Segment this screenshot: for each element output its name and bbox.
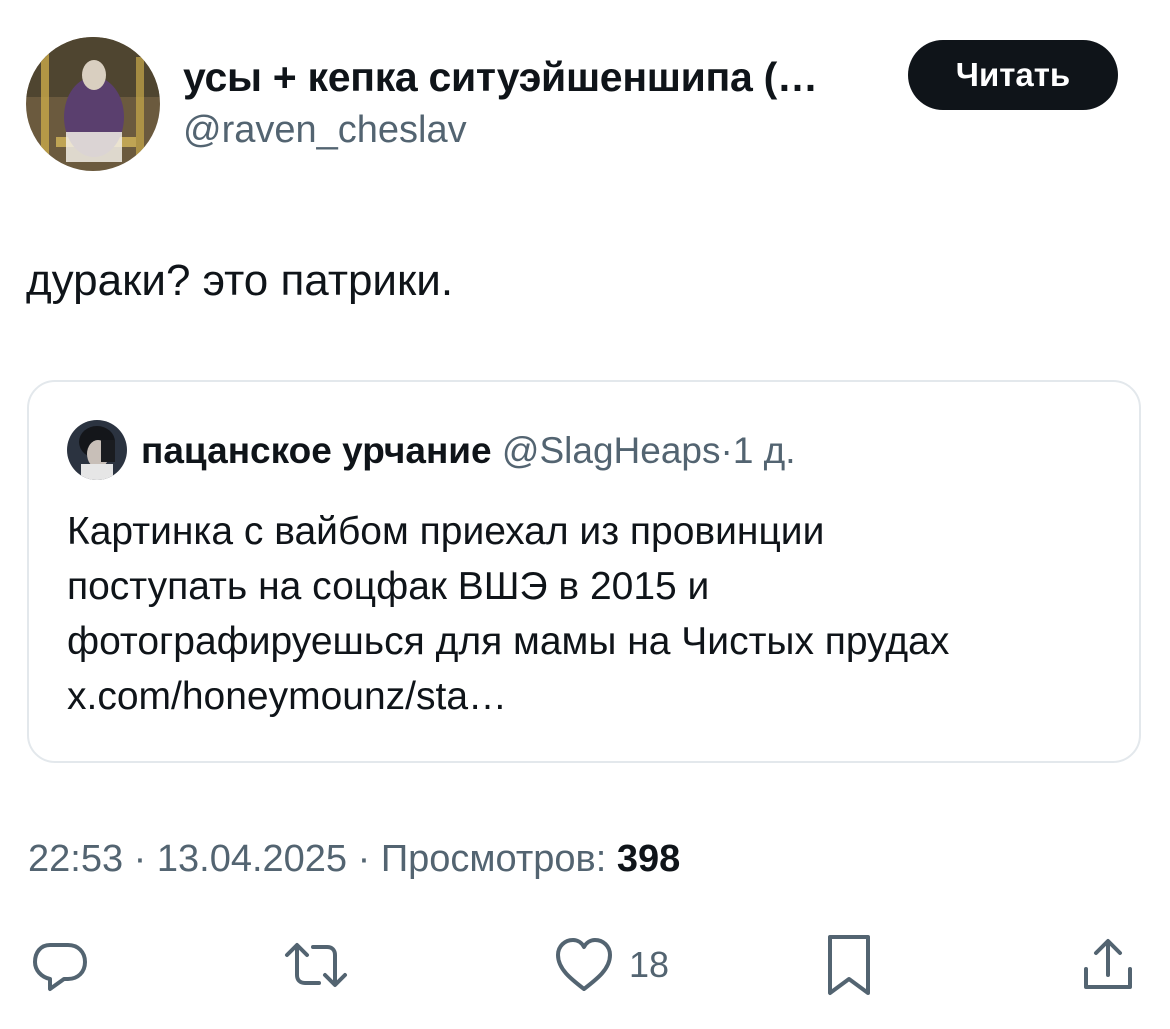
views-label: Просмотров: xyxy=(380,838,607,880)
like-button[interactable]: 18 xyxy=(553,932,669,998)
retweet-icon xyxy=(283,935,349,995)
quote-separator: · xyxy=(720,430,733,471)
quote-time[interactable]: 1 д. xyxy=(733,430,796,471)
quote-link[interactable]: x.com/honeymounz/sta… xyxy=(67,669,1117,724)
quote-text-line: фотографируешься для мамы на Чистых пруд… xyxy=(67,620,950,663)
tweet-time[interactable]: 22:53 xyxy=(28,838,123,880)
like-count: 18 xyxy=(629,944,670,985)
author-handle[interactable]: @raven_cheslav xyxy=(183,109,467,152)
quote-avatar-image xyxy=(67,420,127,480)
meta-separator: · xyxy=(133,838,147,880)
quote-text: Картинка с вайбом приехал из провинции п… xyxy=(67,504,1117,724)
quote-text-line: поступать на соцфак ВШЭ в 2015 и xyxy=(67,565,710,608)
share-button[interactable] xyxy=(1078,932,1138,998)
share-icon xyxy=(1078,935,1138,995)
reply-button[interactable] xyxy=(30,932,90,998)
tweet-text: дураки? это патрики. xyxy=(26,256,454,305)
meta-separator: · xyxy=(357,838,371,880)
quote-tweet-card[interactable]: пацанское урчание @SlagHeaps·1 д. Картин… xyxy=(27,380,1141,763)
quote-text-line: Картинка с вайбом приехал из провинции xyxy=(67,510,825,553)
tweet-meta: 22:53 · 13.04.2025 · Просмотров: 398 xyxy=(28,838,680,881)
bookmark-icon xyxy=(824,933,874,997)
views-count: 398 xyxy=(616,838,681,880)
tweet-date[interactable]: 13.04.2025 xyxy=(157,838,347,880)
author-avatar[interactable] xyxy=(26,37,160,171)
bookmark-button[interactable] xyxy=(824,932,874,998)
reply-icon xyxy=(30,935,90,995)
quote-author-handle[interactable]: @SlagHeaps xyxy=(502,430,721,471)
author-display-name[interactable]: усы + кепка ситуэйшеншипа (… xyxy=(183,54,818,101)
retweet-button[interactable] xyxy=(283,932,349,998)
quote-author-avatar xyxy=(67,420,127,480)
quote-header: пацанское урчание @SlagHeaps·1 д. xyxy=(141,430,796,472)
avatar-image xyxy=(26,37,160,171)
quote-author-name[interactable]: пацанское урчание xyxy=(141,430,492,471)
follow-button[interactable]: Читать xyxy=(908,40,1118,110)
heart-icon xyxy=(553,935,615,995)
